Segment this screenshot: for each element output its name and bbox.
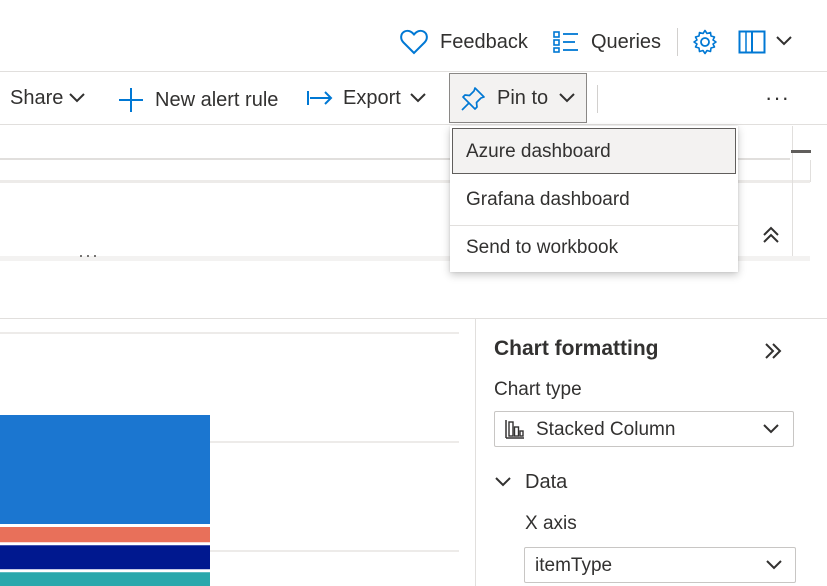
- column-chart-icon: [505, 419, 525, 439]
- more-options-button[interactable]: ···: [765, 85, 790, 111]
- x-axis-chevron-down-icon: [765, 559, 783, 571]
- menu-item-label: Azure dashboard: [466, 141, 611, 162]
- toolbar-divider: [597, 85, 598, 113]
- data-section-header[interactable]: Data: [525, 471, 567, 494]
- chart-area-top-border: [0, 318, 827, 319]
- menu-item-grafana-dashboard[interactable]: Grafana dashboard: [450, 176, 738, 222]
- export-arrow-icon[interactable]: [306, 89, 334, 107]
- toolbar-border: [0, 124, 827, 125]
- share-chevron-down-icon[interactable]: [68, 92, 86, 104]
- data-section-chevron-down-icon[interactable]: [494, 476, 512, 488]
- x-axis-dropdown[interactable]: itemType: [524, 547, 796, 583]
- results-right-border: [810, 160, 811, 182]
- stacked-bar-segment-2[interactable]: [0, 527, 210, 543]
- menu-item-label: Send to workbook: [466, 237, 619, 258]
- export-chevron-down-icon[interactable]: [409, 92, 427, 104]
- share-button[interactable]: Share: [10, 87, 63, 110]
- results-scrollbar-track: [792, 126, 793, 256]
- pin-to-menu: Azure dashboard Grafana dashboard Send t…: [450, 126, 738, 272]
- pin-to-label: Pin to: [497, 87, 549, 109]
- gear-icon[interactable]: [692, 29, 718, 55]
- stacked-bar-segment-4[interactable]: [0, 572, 210, 586]
- results-more-options[interactable]: ···: [78, 245, 99, 266]
- chart-type-chevron-down-icon: [762, 423, 780, 435]
- new-alert-rule-button[interactable]: New alert rule: [155, 89, 278, 112]
- chart-type-label: Chart type: [494, 379, 582, 400]
- queries-button[interactable]: Queries: [591, 31, 661, 54]
- menu-item-azure-dashboard[interactable]: Azure dashboard: [452, 128, 736, 174]
- collapse-panel-icon[interactable]: [764, 342, 782, 360]
- list-icon[interactable]: [553, 31, 579, 53]
- panel-left-border: [475, 318, 476, 586]
- heart-icon[interactable]: [400, 29, 428, 55]
- feedback-button[interactable]: Feedback: [440, 31, 528, 54]
- top-bar-border: [0, 71, 827, 72]
- chart-type-value: Stacked Column: [536, 419, 676, 440]
- pin-chevron-down-icon: [558, 92, 576, 104]
- top-divider: [677, 28, 678, 56]
- stacked-bar-segment-3[interactable]: [0, 545, 210, 570]
- chart-type-dropdown[interactable]: Stacked Column: [494, 411, 794, 447]
- plus-icon[interactable]: [118, 87, 144, 113]
- x-axis-label: X axis: [525, 513, 577, 534]
- pin-icon: [460, 86, 486, 112]
- menu-item-label: Grafana dashboard: [466, 189, 630, 210]
- stacked-bar-segment-1[interactable]: [0, 415, 210, 524]
- export-button[interactable]: Export: [343, 87, 401, 110]
- stacked-column-chart: [0, 415, 210, 586]
- x-axis-value: itemType: [535, 555, 613, 576]
- chart-formatting-title: Chart formatting: [494, 337, 659, 360]
- book-icon[interactable]: [738, 30, 766, 54]
- menu-item-send-to-workbook[interactable]: Send to workbook: [450, 224, 738, 270]
- scrollbar-thumb[interactable]: [791, 150, 811, 153]
- collapse-up-icon[interactable]: [762, 226, 780, 244]
- chevron-down-icon[interactable]: [775, 35, 793, 47]
- pin-to-button[interactable]: Pin to: [449, 73, 587, 123]
